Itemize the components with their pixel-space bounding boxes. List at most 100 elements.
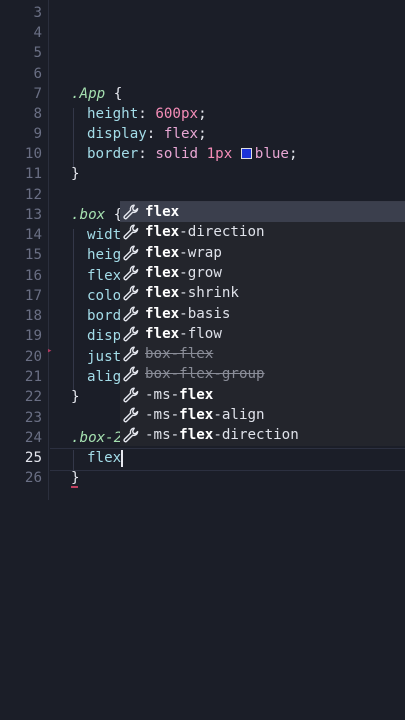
suggestion-prefix: -ms- bbox=[145, 386, 180, 403]
suggestion-item[interactable]: -ms-flex-align bbox=[120, 405, 405, 425]
wrench-icon bbox=[123, 306, 139, 322]
suggestion-suffix: -direction bbox=[213, 427, 299, 444]
suggestion-match: flex bbox=[179, 427, 214, 444]
code-line: .App { bbox=[71, 84, 122, 104]
suggestion-match: flex bbox=[145, 224, 180, 241]
close-brace: } bbox=[71, 470, 80, 486]
property-name: height bbox=[87, 106, 139, 122]
suggestion-label: -ms-flex-align bbox=[145, 405, 265, 425]
suggestion-suffix: -align bbox=[213, 407, 265, 423]
wrench-icon bbox=[123, 326, 139, 342]
code-line[interactable]: flex bbox=[87, 448, 123, 468]
code-line: just bbox=[87, 347, 121, 367]
suggestion-label: box-flex bbox=[145, 346, 214, 363]
wrench-icon bbox=[123, 285, 139, 301]
suggestion-label: -ms-flex bbox=[145, 385, 213, 405]
code-line: colo bbox=[87, 286, 121, 306]
property-name: flex bbox=[87, 268, 122, 284]
code-line: } bbox=[71, 468, 80, 488]
suggestion-suffix: -shrink bbox=[179, 285, 239, 302]
suggestion-label: flex-grow bbox=[145, 263, 222, 283]
suggestion-suffix: -direction bbox=[179, 224, 265, 241]
wrench-icon bbox=[123, 427, 139, 443]
selector-box-2: .box-2 bbox=[71, 430, 123, 446]
property-name: widt bbox=[87, 227, 122, 243]
wrench-icon bbox=[123, 346, 139, 362]
wrench-icon bbox=[123, 224, 139, 240]
suggestion-label: -ms-flex-direction bbox=[145, 425, 299, 445]
suggestion-item[interactable]: flex-basis bbox=[120, 304, 405, 324]
suggestion-label: box-flex-group bbox=[145, 366, 265, 383]
property-value: 1px bbox=[206, 146, 233, 162]
property-value: 600px bbox=[155, 106, 199, 122]
suggestion-item[interactable]: box-flex-group bbox=[120, 364, 405, 384]
suggestion-match: flex bbox=[145, 244, 180, 261]
selector-box: .box bbox=[71, 207, 106, 223]
suggestion-item[interactable]: flex-wrap bbox=[120, 243, 405, 263]
property-value: blue bbox=[254, 146, 289, 162]
semicolon: ; bbox=[198, 126, 207, 142]
suggestion-match: flex bbox=[145, 264, 180, 281]
suggestion-item[interactable]: flex-grow bbox=[120, 263, 405, 283]
suggestion-suffix: -flow bbox=[179, 325, 222, 342]
suggestion-item[interactable]: flex-flow bbox=[120, 324, 405, 344]
wrench-icon bbox=[123, 204, 139, 220]
property-name: disp bbox=[87, 328, 122, 344]
suggestion-item[interactable]: box-flex bbox=[120, 344, 405, 364]
property-name: border bbox=[87, 146, 139, 162]
suggestion-label: flex-direction bbox=[145, 222, 265, 242]
property-name: colo bbox=[87, 288, 122, 304]
property-value: flex bbox=[163, 126, 199, 142]
property-name: just bbox=[87, 349, 122, 365]
colon: : bbox=[138, 106, 147, 122]
wrench-icon bbox=[123, 387, 139, 403]
suggestion-label: flex-shrink bbox=[145, 283, 239, 303]
selector-app: .App bbox=[71, 86, 106, 102]
code-line: } bbox=[71, 387, 80, 407]
suggestion-item[interactable]: flex-direction bbox=[120, 222, 405, 242]
wrench-icon bbox=[123, 407, 139, 423]
code-line: .box-2 bbox=[71, 428, 122, 448]
colon: : bbox=[138, 146, 147, 162]
suggestion-item[interactable]: flex-shrink bbox=[120, 283, 405, 303]
code-line: widt bbox=[87, 225, 121, 245]
wrench-icon bbox=[123, 245, 139, 261]
suggestion-match: flex bbox=[179, 407, 214, 423]
close-brace: } bbox=[71, 166, 80, 182]
code-line: .box { bbox=[71, 205, 122, 225]
semicolon: ; bbox=[288, 146, 298, 162]
code-line: display: flex; bbox=[87, 124, 207, 144]
suggestion-prefix: -ms- bbox=[145, 427, 180, 444]
code-line: alig bbox=[87, 367, 121, 387]
suggestion-match: flex bbox=[145, 325, 180, 342]
open-brace: { bbox=[105, 86, 123, 102]
suggestion-match: flex bbox=[145, 285, 180, 302]
suggestion-prefix: -ms- bbox=[145, 407, 180, 423]
property-name: alig bbox=[87, 369, 122, 385]
property-value: solid bbox=[155, 146, 199, 162]
color-swatch-icon[interactable] bbox=[240, 147, 252, 159]
suggestion-match: flex bbox=[145, 204, 180, 220]
bracket-match-marker bbox=[71, 486, 78, 488]
suggestion-suffix: -basis bbox=[179, 305, 231, 322]
suggestion-match: flex bbox=[179, 386, 214, 403]
suggestion-item[interactable]: -ms-flex-direction bbox=[120, 425, 405, 445]
code-editor[interactable]: 3 4 5 6 7 8 9 10 11 12 13 14 15 16 17 18 19 20 21 22 23 24 25 2… bbox=[0, 0, 405, 720]
code-line: disp bbox=[87, 326, 121, 346]
suggestion-label: flex-wrap bbox=[145, 243, 222, 263]
property-name: display bbox=[87, 126, 147, 142]
text-cursor bbox=[121, 449, 123, 467]
property-name: bord bbox=[87, 308, 122, 324]
typed-text: flex bbox=[87, 450, 122, 466]
suggestion-label: flex-flow bbox=[145, 324, 222, 344]
suggestion-label: flex-basis bbox=[145, 304, 230, 324]
suggestion-match: flex bbox=[145, 305, 180, 322]
close-brace: } bbox=[71, 389, 80, 405]
code-line: flex bbox=[87, 266, 121, 286]
suggestion-item[interactable]: -ms-flex bbox=[120, 385, 405, 405]
autocomplete-popup[interactable]: flex flex-direction flex-wrap flex-grow flex… bbox=[120, 201, 405, 446]
suggestion-item[interactable]: flex bbox=[120, 202, 405, 223]
